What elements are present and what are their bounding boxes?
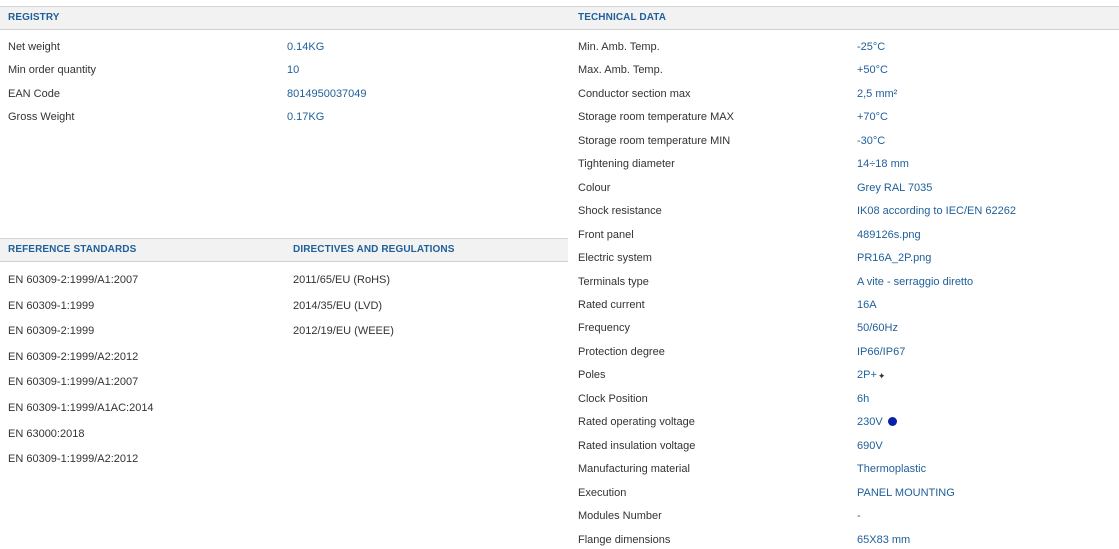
tech-label: Conductor section max xyxy=(578,88,691,100)
tech-label: Rated current xyxy=(578,299,645,311)
electric-system-link[interactable]: PR16A_2P.png xyxy=(857,252,931,264)
tech-label: Front panel xyxy=(578,229,634,241)
standard-item: EN 60309-2:1999/A1:2007 xyxy=(8,274,139,286)
standard-item: EN 60309-1:1999/A1AC:2014 xyxy=(8,402,154,414)
registry-title: REGISTRY xyxy=(8,12,60,23)
tech-label: Terminals type xyxy=(578,276,649,288)
tech-label: Storage room temperature MIN xyxy=(578,135,731,147)
tech-label: Execution xyxy=(578,487,627,499)
directives-title: DIRECTIVES AND REGULATIONS xyxy=(293,244,455,255)
standard-item: EN 60309-1:1999 xyxy=(8,300,95,312)
tech-value: - xyxy=(857,510,861,522)
tech-label: Flange dimensions xyxy=(578,534,671,546)
tech-label: Storage room temperature MAX xyxy=(578,111,734,123)
tech-value: A vite - serraggio diretto xyxy=(857,276,974,288)
tech-label: Tightening diameter xyxy=(578,158,675,170)
tech-value: 65X83 mm xyxy=(857,534,911,546)
standard-item: EN 60309-1:1999/A1:2007 xyxy=(8,376,139,388)
tech-value: PANEL MOUNTING xyxy=(857,487,955,499)
technical-data-title: TECHNICAL DATA xyxy=(578,12,667,23)
tech-label: Protection degree xyxy=(578,346,665,358)
directive-item: 2011/65/EU (RoHS) xyxy=(293,274,391,286)
tech-value: 16A xyxy=(857,299,877,311)
tech-label: Modules Number xyxy=(578,510,662,522)
registry-header: REGISTRY xyxy=(0,6,568,30)
tech-label: Min. Amb. Temp. xyxy=(578,41,660,53)
standard-item: EN 60309-2:1999/A2:2012 xyxy=(8,351,139,363)
standard-item: EN 60309-1:1999/A2:2012 xyxy=(8,453,139,465)
front-panel-link[interactable]: 489126s.png xyxy=(857,229,921,241)
poles-value-wrap: 2P+✦ xyxy=(857,369,885,382)
registry-value-net-weight: 0.14KG xyxy=(287,41,325,53)
tech-value: -25°C xyxy=(857,41,886,53)
tech-label: Colour xyxy=(578,182,611,194)
tech-label: Poles xyxy=(578,369,606,381)
registry-label-net-weight: Net weight xyxy=(8,41,60,53)
tech-value: 6h xyxy=(857,393,870,405)
technical-data-header: TECHNICAL DATA xyxy=(568,6,1119,30)
registry-label-min-order: Min order quantity xyxy=(8,64,97,76)
tech-value: 690V xyxy=(857,440,883,452)
tech-value: Grey RAL 7035 xyxy=(857,182,933,194)
standard-item: EN 60309-2:1999 xyxy=(8,325,95,337)
tech-value: -30°C xyxy=(857,135,886,147)
tech-value: 2,5 mm² xyxy=(857,88,898,100)
tech-label: Electric system xyxy=(578,252,652,264)
registry-value-gross-weight: 0.17KG xyxy=(287,111,325,123)
tech-label: Clock Position xyxy=(578,393,648,405)
tech-label: Rated insulation voltage xyxy=(578,440,696,452)
tech-label: Shock resistance xyxy=(578,205,662,217)
earth-symbol-icon: ✦ xyxy=(877,371,886,381)
voltage-value-wrap: 230V xyxy=(857,416,897,428)
directive-item: 2014/35/EU (LVD) xyxy=(293,300,383,312)
voltage-color-dot-icon xyxy=(887,417,897,426)
tech-value: IK08 according to IEC/EN 62262 xyxy=(857,205,1016,217)
standard-item: EN 63000:2018 xyxy=(8,428,85,440)
tech-value: 14÷18 mm xyxy=(857,158,909,170)
registry-label-gross-weight: Gross Weight xyxy=(8,111,75,123)
tech-value: IP66/IP67 xyxy=(857,346,906,358)
directive-item: 2012/19/EU (WEEE) xyxy=(293,325,394,337)
tech-label: Rated operating voltage xyxy=(578,416,695,428)
registry-value-ean: 8014950037049 xyxy=(287,88,367,100)
tech-value: 230V xyxy=(857,416,883,428)
tech-value: +50°C xyxy=(857,64,889,76)
tech-value: +70°C xyxy=(857,111,889,123)
tech-value: 2P+ xyxy=(857,369,877,381)
standards-header: REFERENCE STANDARDS DIRECTIVES AND REGUL… xyxy=(0,238,568,262)
reference-standards-title: REFERENCE STANDARDS xyxy=(8,244,137,255)
registry-value-min-order: 10 xyxy=(287,64,300,76)
tech-label: Frequency xyxy=(578,322,630,334)
tech-label: Max. Amb. Temp. xyxy=(578,64,663,76)
tech-value: Thermoplastic xyxy=(857,463,927,475)
tech-value: 50/60Hz xyxy=(857,322,898,334)
registry-label-ean: EAN Code xyxy=(8,88,60,100)
tech-label: Manufacturing material xyxy=(578,463,690,475)
